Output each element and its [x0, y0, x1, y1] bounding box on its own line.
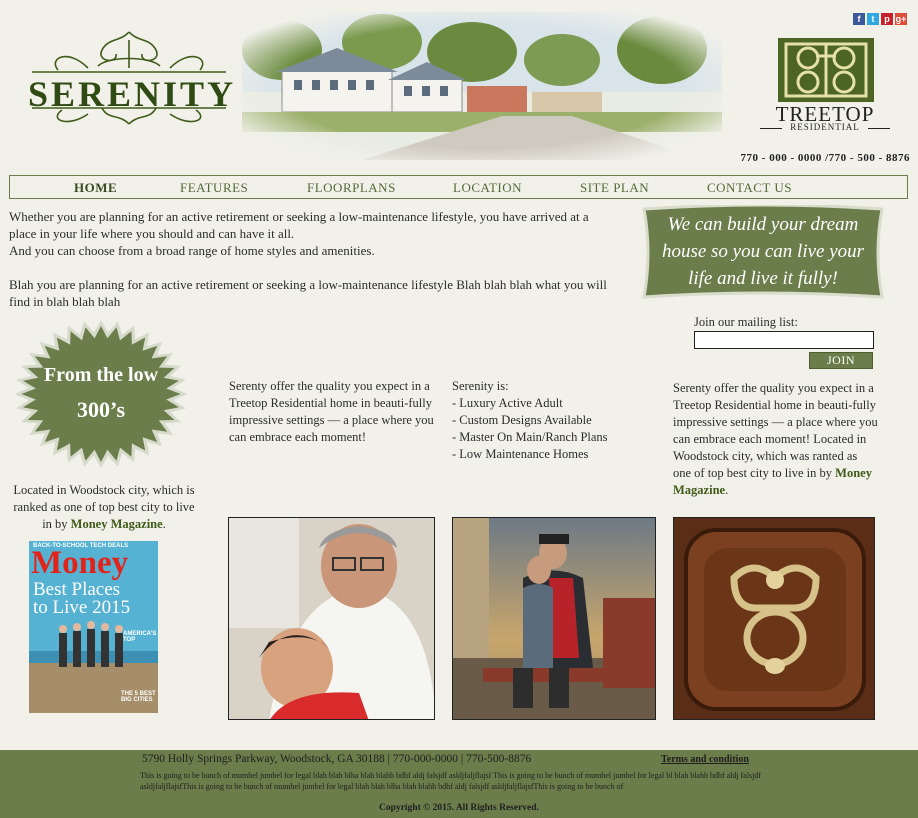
quality-text: Serenty offer the quality you expect in …	[229, 379, 434, 444]
punctuation: .	[725, 483, 729, 497]
intro-paragraph: Whether you are planning for an active r…	[9, 209, 589, 241]
email-field[interactable]	[694, 331, 874, 349]
hero-illustration	[242, 12, 722, 160]
facebook-icon[interactable]: f	[853, 13, 865, 25]
features-heading: Serenity is:	[452, 379, 509, 393]
price-value: 300’s	[76, 397, 126, 422]
list-item: - Luxury Active Adult	[452, 396, 563, 410]
intro-paragraph: Blah you are planning for an active reti…	[9, 277, 607, 309]
nav-item-features[interactable]: FEATURES	[180, 180, 248, 196]
location-text: Located in Woodstock city, which is rank…	[12, 482, 196, 533]
brand-subtitle: RESIDENTIAL	[790, 122, 860, 132]
logo-wordmark: SERENITY	[28, 74, 237, 114]
magazine-headline: to Live 2015	[33, 597, 131, 618]
features-list: Serenity is: - Luxury Active Adult - Cus…	[452, 378, 652, 463]
footer-address: 5790 Holly Springs Parkway, Woodstock, G…	[142, 753, 532, 765]
treetop-logo[interactable]: TREETOP RESIDENTIAL	[760, 38, 890, 134]
money-magazine-link[interactable]: Money Magazine	[71, 517, 163, 531]
copyright: Copyright © 2015. All Rights Reserved.	[379, 803, 539, 813]
list-item: - Low Maintenance Homes	[452, 447, 589, 461]
tagline-banner: We can build your dream house so you can…	[638, 205, 888, 301]
mailing-list-label: Join our mailing list:	[694, 315, 798, 329]
nav-item-location[interactable]: LOCATION	[453, 180, 522, 196]
divider	[868, 128, 890, 129]
punctuation: .	[162, 517, 166, 531]
list-item: - Custom Designs Available	[452, 413, 592, 427]
terms-link[interactable]: Terms and condition	[661, 754, 749, 765]
nav-item-contact-us[interactable]: CONTACT US	[707, 180, 792, 196]
door-knocker-photo	[673, 517, 875, 720]
nav-item-home[interactable]: HOME	[74, 180, 117, 196]
couple-on-bench-photo	[452, 517, 656, 720]
quality-location-text: Serenty offer the quality you expect in …	[673, 380, 878, 499]
footer: 5790 Holly Springs Parkway, Woodstock, G…	[0, 750, 918, 818]
grandfather-child-photo	[228, 517, 435, 720]
googleplus-icon[interactable]: g+	[895, 13, 907, 25]
intro-text: Whether you are planning for an active r…	[9, 208, 609, 310]
pinterest-icon[interactable]: p	[881, 13, 893, 25]
tagline-line: house so you can live your	[661, 241, 865, 262]
serenity-logo[interactable]: SERENITY	[28, 28, 237, 132]
magazine-bottom-text: THE 5 BEST BIG CITIES	[121, 691, 156, 703]
join-button[interactable]: JOIN	[809, 352, 873, 369]
starburst-icon	[14, 320, 188, 468]
price-starburst: From the low 300’s	[12, 318, 190, 470]
intro-paragraph: And you can choose from a broad range of…	[9, 243, 375, 258]
phone-numbers: 770 - 000 - 0000 /770 - 500 - 8876	[740, 152, 910, 164]
price-line: From the low	[43, 364, 159, 386]
treetop-emblem-icon	[778, 38, 874, 102]
nav-item-floorplans[interactable]: FLOORPLANS	[307, 180, 396, 196]
main-nav: HOME FEATURES FLOORPLANS LOCATION SITE P…	[9, 175, 908, 199]
legal-text: This is going to be bunch of mumbel jumb…	[140, 771, 762, 791]
twitter-icon[interactable]: t	[867, 13, 879, 25]
social-links: f t p g+	[853, 13, 907, 25]
money-magazine-cover: BACK-TO-SCHOOL TECH DEALS Money Best Pla…	[29, 541, 158, 713]
tagline-line: life and live it fully!	[688, 268, 838, 289]
tagline-line: We can build your dream	[667, 214, 859, 235]
list-item: - Master On Main/Ranch Plans	[452, 430, 608, 444]
magazine-title: Money	[31, 545, 129, 581]
nav-item-site-plan[interactable]: SITE PLAN	[580, 180, 649, 196]
magazine-side-text: AMERICA'S TOP	[123, 631, 157, 643]
